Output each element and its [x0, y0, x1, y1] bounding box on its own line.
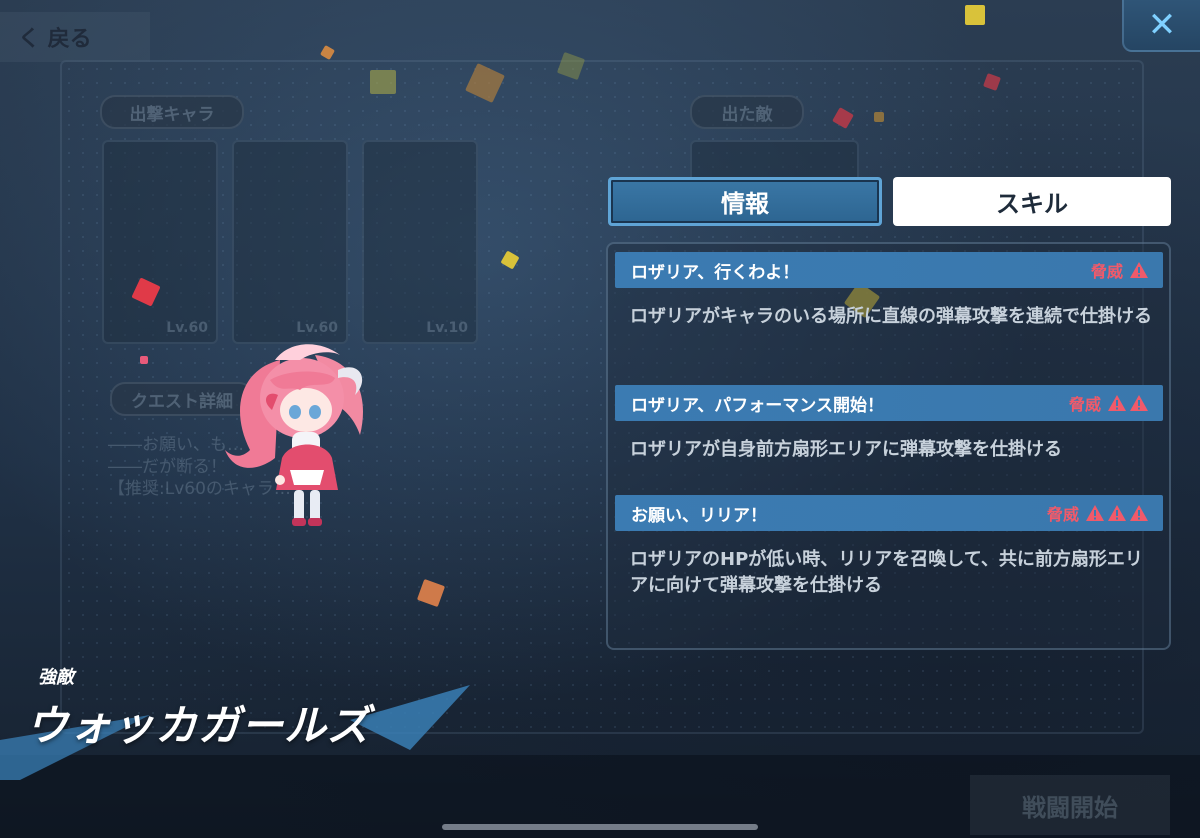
skill-description: ロザリアが自身前方扇形エリアに弾幕攻撃を仕掛ける [630, 439, 1062, 460]
sortie-label: 出撃キャラ [100, 95, 244, 129]
character-card[interactable]: Lv.60 [232, 140, 348, 344]
warning-icon [1130, 505, 1148, 521]
skill-header: ロザリア、行くわよ！ 脅威 [615, 252, 1163, 288]
skill-name: ロザリア、行くわよ！ [631, 262, 800, 283]
enemy-label: 出た敵 [690, 95, 804, 129]
warning-icon [1108, 505, 1126, 521]
confetti [370, 70, 396, 94]
tab-skill[interactable]: スキル [893, 177, 1171, 226]
threat-label: 脅威 [1046, 505, 1079, 524]
threat-label: 脅威 [1090, 262, 1123, 281]
threat-indicator: 脅威 [1091, 258, 1149, 282]
back-button[interactable]: く 戻る [0, 12, 150, 62]
card-level: Lv.10 [426, 320, 468, 336]
skill-name: お願い、リリア！ [631, 505, 767, 526]
home-indicator[interactable] [442, 824, 758, 830]
start-battle-button[interactable]: 戦闘開始 [970, 775, 1170, 835]
card-level: Lv.60 [166, 320, 208, 336]
threat-label: 脅威 [1068, 395, 1101, 414]
warning-icon [1086, 505, 1104, 521]
warning-icon [1108, 395, 1126, 411]
threat-indicator: 脅威 [1069, 391, 1149, 415]
skill-description: ロザリアのHPが低い時、リリアを召喚して、共に前方扇形エリアに向けて弾幕攻撃を仕… [630, 549, 1143, 596]
skill-description: ロザリアがキャラのいる場所に直線の弾幕攻撃を連続で仕掛ける [630, 306, 1152, 327]
card-level: Lv.60 [296, 320, 338, 336]
close-button[interactable]: ✕ [1122, 0, 1200, 52]
boss-character-sprite [225, 344, 363, 526]
character-card[interactable]: Lv.10 [362, 140, 478, 344]
confetti [140, 356, 148, 364]
character-card[interactable]: Lv.60 [102, 140, 218, 344]
warning-icon [1130, 262, 1148, 278]
warning-icon [1130, 395, 1148, 411]
threat-indicator: 脅威 [1047, 501, 1149, 525]
confetti [965, 5, 985, 25]
skill-header: ロザリア、パフォーマンス開始！ 脅威 [615, 385, 1163, 421]
tab-info[interactable]: 情報 [608, 177, 882, 226]
boss-rank-label: 強敵 [38, 667, 74, 688]
skill-header: お願い、リリア！ 脅威 [615, 495, 1163, 531]
close-icon: ✕ [1147, 5, 1177, 45]
boss-name: ウォッカガールズ [26, 701, 371, 750]
skill-name: ロザリア、パフォーマンス開始！ [631, 395, 884, 416]
confetti [874, 112, 884, 122]
